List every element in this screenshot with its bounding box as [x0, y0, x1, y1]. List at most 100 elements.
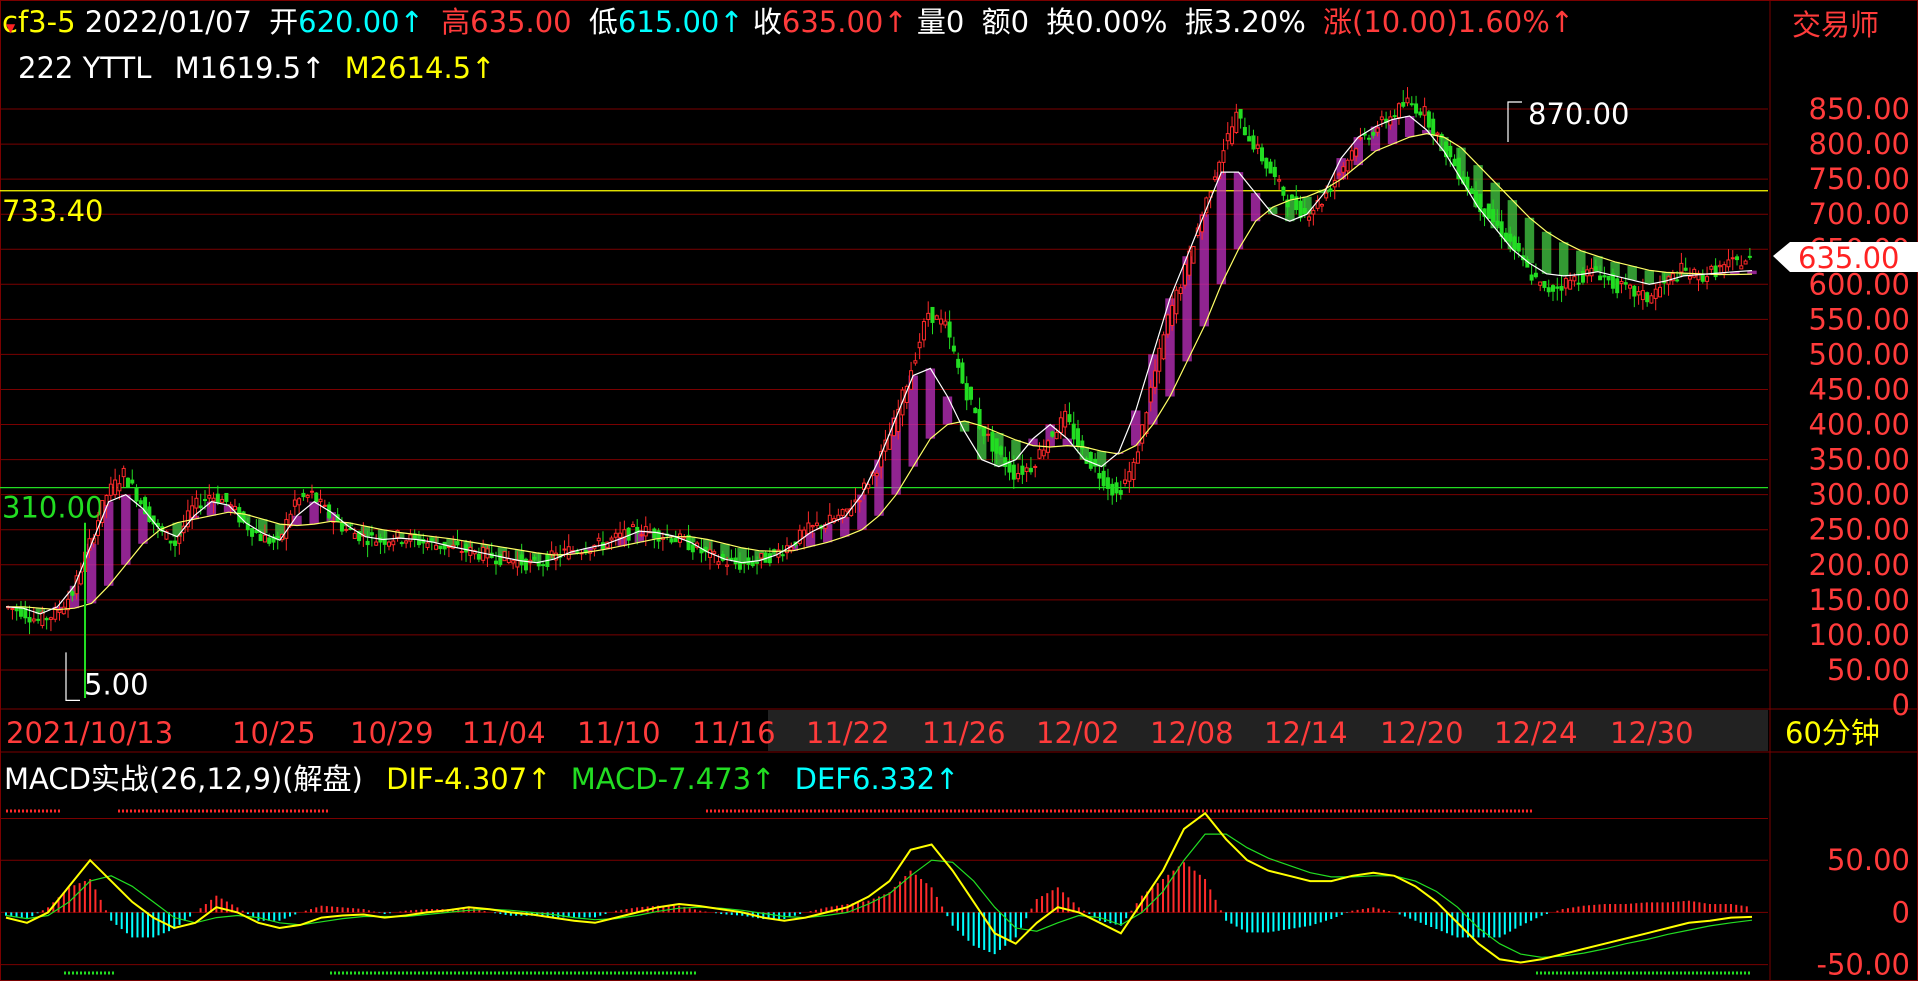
time-label: 12/02	[1036, 716, 1120, 750]
candle-body	[626, 527, 631, 541]
candle-body	[1645, 292, 1650, 303]
candle-body	[1551, 285, 1556, 292]
candle-body	[262, 534, 267, 543]
candle-body	[464, 544, 469, 553]
candle-body	[1555, 286, 1560, 289]
candle-body	[630, 524, 635, 528]
candle-body	[1071, 423, 1076, 440]
period-label[interactable]: 60分钟	[1785, 716, 1880, 750]
candle-body	[1050, 431, 1055, 437]
candle-body	[1024, 467, 1029, 472]
candle-body	[1743, 260, 1748, 265]
candle-body	[1422, 106, 1427, 116]
candle-body	[297, 498, 302, 506]
change-value: (10.00)1.60%↑	[1352, 5, 1574, 39]
candle-body	[113, 479, 118, 496]
time-label: 11/26	[922, 716, 1006, 750]
candle-body	[690, 544, 695, 553]
candle-body	[220, 499, 225, 503]
price-markers: 870.00 5.00	[65, 97, 1629, 701]
candle-body	[921, 321, 926, 341]
candle-body	[1619, 281, 1624, 285]
candle-body	[1153, 370, 1158, 388]
candle-body	[827, 514, 832, 524]
candle-body	[387, 541, 392, 547]
candle-body	[1730, 257, 1735, 260]
time-label: 10/25	[232, 716, 316, 750]
candle-body	[194, 497, 199, 509]
low-value: 615.00↑	[618, 5, 744, 39]
candle-body	[108, 483, 113, 496]
candle-body	[1358, 137, 1363, 140]
time-label: 10/29	[350, 716, 434, 750]
candle-body	[476, 553, 481, 560]
candle-body	[1255, 144, 1260, 149]
macd-axis: 50.00 0 -50.00	[1817, 843, 1911, 981]
candle-body	[810, 525, 815, 528]
candle-body	[913, 360, 918, 364]
candle-body	[934, 315, 939, 320]
candle-body	[716, 561, 721, 565]
candle-body	[1717, 264, 1722, 268]
candle-body	[434, 544, 439, 550]
candle-body	[814, 522, 819, 526]
candle-body	[1700, 274, 1705, 282]
candle-body	[1705, 276, 1710, 282]
candle-body	[1628, 284, 1633, 289]
candle-body	[1529, 274, 1534, 281]
candle-body	[314, 492, 319, 503]
candle-body	[1598, 275, 1603, 281]
candle-body	[1687, 275, 1692, 280]
candle-body	[117, 483, 122, 492]
candle-body	[1580, 270, 1585, 283]
candle-body	[70, 591, 75, 596]
ref-line-high-label: 733.40	[2, 194, 103, 228]
candle-body	[1268, 161, 1273, 174]
candle-body	[44, 617, 49, 621]
candle-body	[1127, 471, 1132, 482]
candle-body	[1067, 414, 1072, 423]
candle-body	[1097, 473, 1102, 479]
candle-body	[1349, 150, 1354, 161]
candle-body	[652, 528, 657, 539]
candle-body	[639, 534, 644, 537]
candle-body	[1538, 281, 1543, 286]
candle-body	[36, 618, 41, 621]
def-value: 6.332↑	[852, 762, 959, 796]
macd-title: MACD实战(26,12,9)(解盘)	[4, 762, 363, 796]
candle-body	[301, 492, 306, 498]
candle-body	[541, 564, 546, 567]
candle-body	[729, 557, 734, 561]
candle-body	[1653, 288, 1658, 299]
candle-body	[1396, 103, 1401, 118]
candle-body	[309, 490, 314, 493]
candle-body	[947, 321, 952, 338]
candle-body	[1452, 158, 1457, 167]
y-tick-label: 350.00	[1809, 443, 1910, 477]
candle-body	[1272, 166, 1277, 178]
candle-body	[600, 542, 605, 550]
candle-body	[1003, 457, 1008, 467]
candle-body	[318, 498, 323, 503]
candle-body	[1161, 334, 1166, 360]
candle-body	[1486, 203, 1491, 219]
candle-body	[1726, 259, 1731, 268]
candle-body	[1319, 204, 1324, 207]
candle-body	[1491, 209, 1496, 222]
candle-body	[1251, 135, 1256, 150]
dif-value: -4.307↑	[434, 762, 552, 796]
candle-body	[1533, 272, 1538, 278]
candle-body	[874, 472, 879, 477]
candle-body	[618, 532, 623, 538]
candle-body	[408, 534, 413, 542]
candle-body	[1157, 347, 1162, 372]
candle-body	[1033, 465, 1038, 468]
y-tick-label: 850.00	[1809, 92, 1910, 126]
candle-body	[981, 426, 986, 437]
candle-body	[1679, 262, 1684, 273]
candle-body	[840, 509, 845, 516]
candle-body	[1375, 127, 1380, 133]
m2-value: 614.5↑	[388, 51, 495, 85]
candle-body	[121, 467, 126, 478]
candle-body	[322, 504, 327, 507]
